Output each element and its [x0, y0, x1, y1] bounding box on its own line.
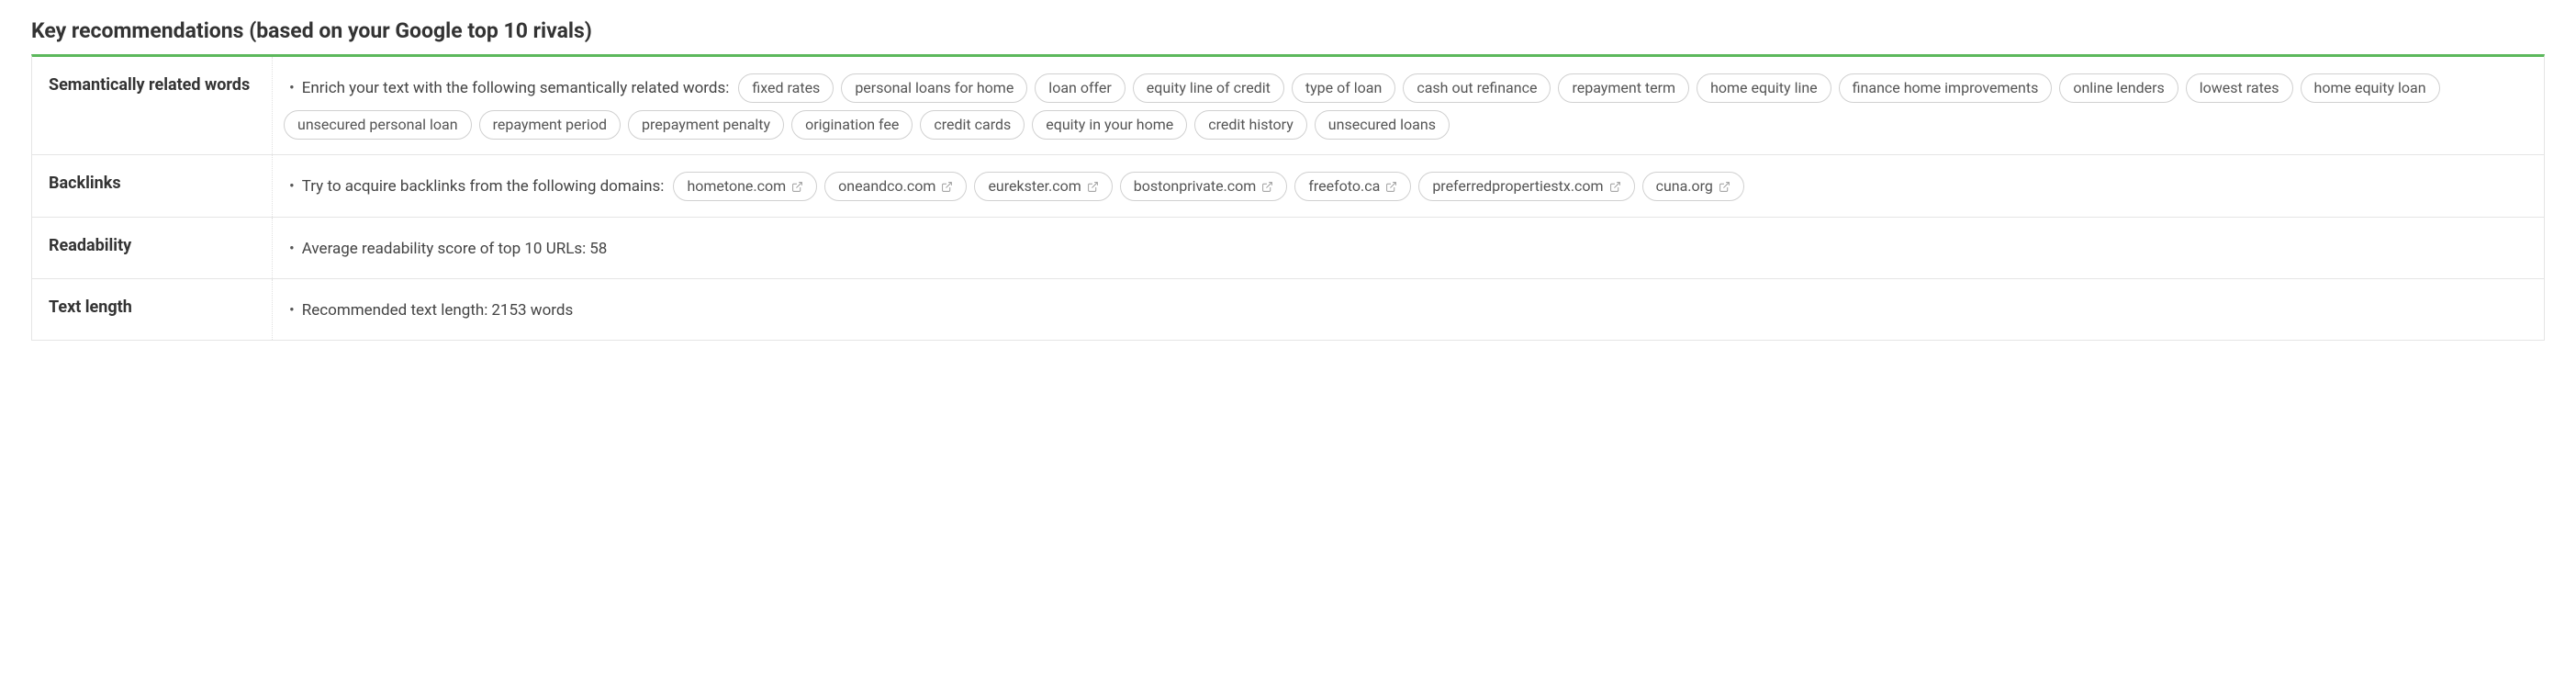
- keyword-pill[interactable]: unsecured personal loan: [284, 110, 472, 140]
- external-link-icon: [1261, 181, 1273, 193]
- backlink-domain: eurekster.com: [988, 175, 1081, 197]
- readability-lead: Average readability score of top 10 URLs…: [302, 234, 587, 264]
- backlink-pill[interactable]: bostonprivate.com: [1120, 172, 1288, 201]
- textlength-lead: Recommended text length:: [302, 296, 488, 325]
- keyword-pill[interactable]: online lenders: [2059, 73, 2178, 103]
- backlink-domain: preferredpropertiestx.com: [1432, 175, 1603, 197]
- external-link-icon: [1087, 181, 1099, 193]
- backlink-domain: bostonprivate.com: [1134, 175, 1257, 197]
- backlink-pill[interactable]: cuna.org: [1642, 172, 1744, 201]
- row-content-backlinks: Try to acquire backlinks from the follow…: [273, 155, 2544, 216]
- backlink-pill[interactable]: hometone.com: [673, 172, 817, 201]
- keyword-pill[interactable]: repayment period: [479, 110, 621, 140]
- backlinks-lead-text: Try to acquire backlinks from the follow…: [284, 172, 664, 201]
- external-link-icon: [941, 181, 953, 193]
- keyword-pill[interactable]: personal loans for home: [841, 73, 1027, 103]
- backlink-domain: hometone.com: [687, 175, 786, 197]
- keyword-pill[interactable]: origination fee: [791, 110, 913, 140]
- keyword-pill[interactable]: credit history: [1194, 110, 1307, 140]
- keyword-pill[interactable]: lowest rates: [2186, 73, 2293, 103]
- row-semantic-words: Semantically related words Enrich your t…: [32, 57, 2544, 155]
- keyword-pill[interactable]: cash out refinance: [1403, 73, 1551, 103]
- semantic-lead-text: Enrich your text with the following sema…: [284, 73, 729, 103]
- keyword-pill[interactable]: home equity loan: [2301, 73, 2440, 103]
- readability-value: 58: [589, 234, 607, 264]
- row-content-semantic: Enrich your text with the following sema…: [273, 57, 2544, 154]
- textlength-lead-text: Recommended text length: 2153 words: [284, 296, 573, 325]
- section-title: Key recommendations (based on your Googl…: [31, 18, 2545, 43]
- row-backlinks: Backlinks Try to acquire backlinks from …: [32, 155, 2544, 217]
- keyword-pill[interactable]: fixed rates: [738, 73, 834, 103]
- row-readability: Readability Average readability score of…: [32, 218, 2544, 279]
- external-link-icon: [1385, 181, 1397, 193]
- keyword-pill[interactable]: repayment term: [1558, 73, 1689, 103]
- external-link-icon: [791, 181, 803, 193]
- row-label-readability: Readability: [32, 218, 273, 278]
- backlink-pill[interactable]: oneandco.com: [824, 172, 967, 201]
- row-label-backlinks: Backlinks: [32, 155, 273, 216]
- textlength-value: 2153 words: [491, 296, 573, 325]
- keyword-pill[interactable]: home equity line: [1697, 73, 1831, 103]
- backlink-pill[interactable]: freefoto.ca: [1294, 172, 1411, 201]
- readability-lead-text: Average readability score of top 10 URLs…: [284, 234, 607, 264]
- row-label-textlength: Text length: [32, 279, 273, 340]
- backlink-domain: oneandco.com: [838, 175, 935, 197]
- recommendations-panel: Semantically related words Enrich your t…: [31, 54, 2545, 341]
- backlink-pill[interactable]: preferredpropertiestx.com: [1418, 172, 1634, 201]
- row-content-readability: Average readability score of top 10 URLs…: [273, 218, 2544, 278]
- keyword-pill[interactable]: loan offer: [1035, 73, 1126, 103]
- backlink-domain: cuna.org: [1656, 175, 1713, 197]
- keyword-pill[interactable]: credit cards: [920, 110, 1025, 140]
- keyword-pill[interactable]: prepayment penalty: [628, 110, 784, 140]
- keyword-pill[interactable]: type of loan: [1292, 73, 1395, 103]
- backlink-pill[interactable]: eurekster.com: [974, 172, 1112, 201]
- row-label-semantic: Semantically related words: [32, 57, 273, 154]
- keyword-pill[interactable]: unsecured loans: [1315, 110, 1450, 140]
- keyword-pill[interactable]: finance home improvements: [1839, 73, 2053, 103]
- row-text-length: Text length Recommended text length: 215…: [32, 279, 2544, 340]
- row-content-textlength: Recommended text length: 2153 words: [273, 279, 2544, 340]
- backlink-domain: freefoto.ca: [1308, 175, 1380, 197]
- external-link-icon: [1719, 181, 1730, 193]
- keyword-pill[interactable]: equity line of credit: [1133, 73, 1284, 103]
- external-link-icon: [1609, 181, 1621, 193]
- keyword-pill[interactable]: equity in your home: [1032, 110, 1187, 140]
